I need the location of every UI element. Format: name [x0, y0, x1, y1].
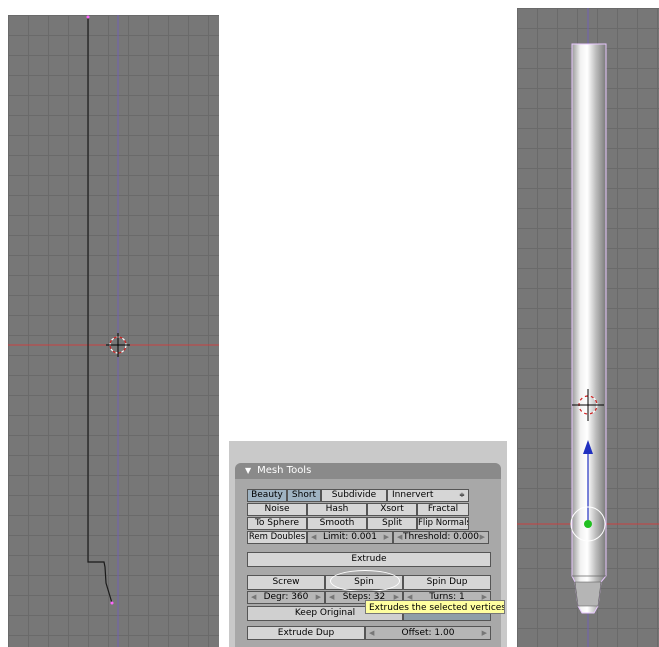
- short-toggle[interactable]: Short: [287, 489, 321, 502]
- degr-field[interactable]: ◀ Degr: 360 ▶: [247, 591, 325, 604]
- innervert-label: Innervert: [392, 490, 434, 500]
- spin-button[interactable]: Spin: [325, 575, 403, 590]
- subdivide-button[interactable]: Subdivide: [321, 489, 387, 502]
- extrude-dup-button[interactable]: Extrude Dup: [247, 626, 365, 640]
- threshold-field[interactable]: ◀ Threshold: 0.000 ▶: [393, 531, 489, 544]
- decrement-arrow-icon[interactable]: ◀: [329, 592, 334, 603]
- panel-header[interactable]: ▼ Mesh Tools: [235, 463, 501, 479]
- profile-vertex-top: [86, 15, 90, 19]
- viewport-front-profile[interactable]: [8, 15, 219, 647]
- increment-arrow-icon[interactable]: ▶: [480, 532, 485, 543]
- limit-value: Limit: 0.001: [323, 532, 377, 542]
- flip-normals-button[interactable]: Flip Normals: [417, 517, 469, 530]
- limit-field[interactable]: ◀ Limit: 0.001 ▶: [307, 531, 393, 544]
- decrement-arrow-icon[interactable]: ◀: [369, 627, 374, 639]
- decrement-arrow-icon[interactable]: ◀: [397, 532, 402, 543]
- threshold-value: Threshold: 0.000: [402, 532, 479, 542]
- fractal-button[interactable]: Fractal: [417, 503, 469, 516]
- extrude-row: Extrude: [247, 552, 491, 567]
- noise-button[interactable]: Noise: [247, 503, 307, 516]
- pen-tip: [574, 581, 602, 607]
- xsort-button[interactable]: Xsort: [367, 503, 417, 516]
- rem-doubles-button[interactable]: Rem Doubles: [247, 531, 307, 544]
- mesh-tools-row3: To Sphere Smooth Split Flip Normals: [247, 517, 469, 530]
- innervert-dropdown[interactable]: Innervert ≑: [387, 489, 469, 502]
- decrement-arrow-icon[interactable]: ◀: [251, 592, 256, 603]
- increment-arrow-icon[interactable]: ▶: [384, 532, 389, 543]
- pen-model-drawing: [517, 8, 659, 647]
- to-sphere-button[interactable]: To Sphere: [247, 517, 307, 530]
- tooltip: Extrudes the selected vertices in: [365, 600, 505, 614]
- mesh-tools-row4: Rem Doubles ◀ Limit: 0.001 ▶ ◀ Threshold: 0…: [247, 531, 489, 544]
- extrude-button[interactable]: Extrude: [247, 552, 491, 567]
- mesh-tools-row2: Noise Hash Xsort Fractal: [247, 503, 469, 516]
- degr-value: Degr: 360: [263, 592, 309, 602]
- cursor-icon: [106, 333, 130, 357]
- hash-button[interactable]: Hash: [307, 503, 367, 516]
- profile-vertex-bottom: [110, 601, 114, 605]
- mesh-tools-row6: Screw Spin Spin Dup: [247, 575, 491, 590]
- profile-edge: [87, 17, 113, 604]
- screw-button[interactable]: Screw: [247, 575, 325, 590]
- offset-field[interactable]: ◀ Offset: 1.00 ▶: [365, 626, 491, 640]
- panel-title: Mesh Tools: [257, 465, 312, 476]
- collapse-triangle-icon[interactable]: ▼: [245, 463, 251, 479]
- viewport-spun-model[interactable]: [517, 8, 659, 647]
- increment-arrow-icon[interactable]: ▶: [316, 592, 321, 603]
- spin-dup-button[interactable]: Spin Dup: [403, 575, 491, 590]
- offset-value: Offset: 1.00: [401, 628, 455, 638]
- beauty-toggle[interactable]: Beauty: [247, 489, 287, 502]
- smooth-button[interactable]: Smooth: [307, 517, 367, 530]
- profile-drawing: [8, 15, 219, 647]
- mesh-tools-row1: Beauty Short Subdivide Innervert ≑: [247, 489, 469, 502]
- dropdown-arrow-icon: ≑: [459, 491, 465, 499]
- mesh-tools-row9: Extrude Dup ◀ Offset: 1.00 ▶: [247, 626, 491, 640]
- split-button[interactable]: Split: [367, 517, 417, 530]
- increment-arrow-icon[interactable]: ▶: [482, 627, 487, 639]
- decrement-arrow-icon[interactable]: ◀: [311, 532, 316, 543]
